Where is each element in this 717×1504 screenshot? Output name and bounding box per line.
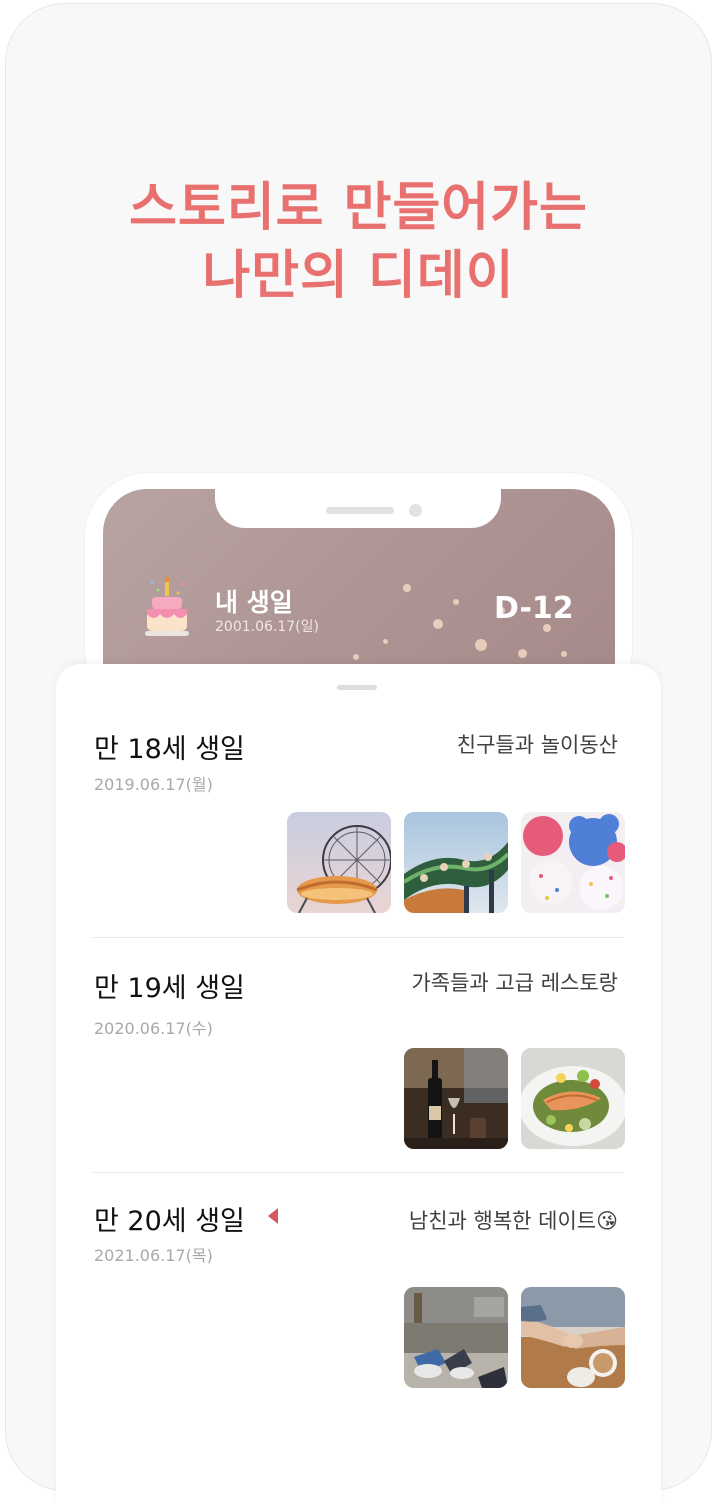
birthday-cake-icon <box>145 576 189 636</box>
sneakers-photo[interactable] <box>404 1287 508 1388</box>
birthday-balloons-photo[interactable] <box>521 812 625 913</box>
entry-date: 2021.06.17(목) <box>94 1246 213 1265</box>
current-marker-icon <box>268 1208 278 1224</box>
salmon-dish-photo[interactable] <box>521 1048 625 1149</box>
phone-camera <box>409 504 422 517</box>
entry-date: 2019.06.17(월) <box>94 775 213 794</box>
phone-speaker <box>326 507 394 514</box>
sheet-drag-handle[interactable] <box>337 685 377 690</box>
entry-title[interactable]: 만 20세 생일 <box>94 1199 245 1238</box>
entry-note: 남친과 행복한 데이트😘 <box>408 1209 618 1233</box>
entry-title[interactable]: 만 18세 생일 <box>94 727 245 766</box>
dday-count: D-12 <box>494 591 574 626</box>
roller-coaster-photo[interactable] <box>404 812 508 913</box>
headline-line-1: 스토리로 만들어가는 <box>129 178 588 238</box>
entry-note: 가족들과 고급 레스토랑 <box>411 971 618 995</box>
entry-date: 2020.06.17(수) <box>94 1019 213 1038</box>
divider <box>93 1172 623 1173</box>
entry-note: 친구들과 놀이동산 <box>456 733 618 757</box>
holding-hands-photo[interactable] <box>521 1287 625 1388</box>
entry-title[interactable]: 만 19세 생일 <box>94 966 245 1005</box>
divider <box>93 937 623 938</box>
dday-title: 내 생일 <box>215 588 293 617</box>
wine-bottle-photo[interactable] <box>404 1048 508 1149</box>
dday-date: 2001.06.17(일) <box>215 619 319 635</box>
headline-line-2: 나만의 디데이 <box>202 246 515 306</box>
ferris-wheel-photo[interactable] <box>287 812 391 913</box>
